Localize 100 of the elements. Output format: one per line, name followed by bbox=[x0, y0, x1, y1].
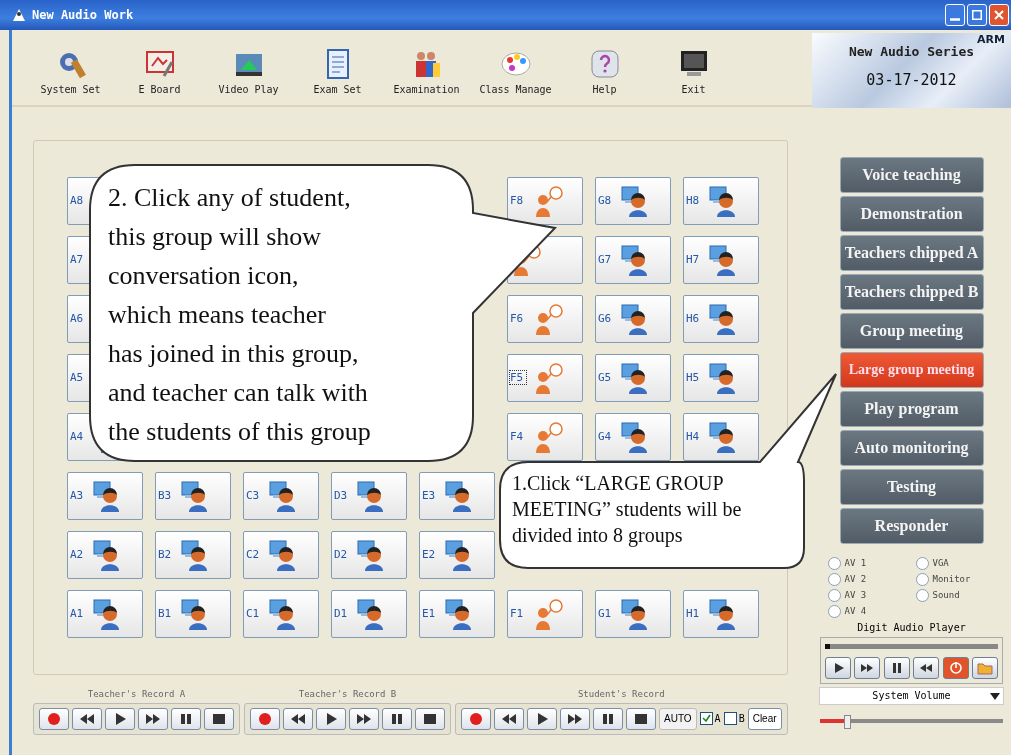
stop-button[interactable] bbox=[626, 707, 656, 730]
radio-button[interactable] bbox=[827, 588, 841, 602]
volume-dropdown[interactable]: System Volume bbox=[819, 686, 1004, 705]
seat-button[interactable]: D1 bbox=[331, 589, 407, 638]
open-button[interactable] bbox=[971, 656, 998, 679]
play-button[interactable] bbox=[316, 707, 346, 730]
brand-logo: ARM bbox=[977, 33, 1005, 46]
toolbar-button[interactable]: Class Manage bbox=[471, 44, 560, 95]
toolbar-button[interactable]: Exam Set bbox=[293, 44, 382, 95]
toolbar-button[interactable]: Exit bbox=[649, 44, 738, 95]
fast-forward-button[interactable] bbox=[138, 707, 168, 730]
power-button[interactable] bbox=[942, 656, 969, 679]
app-icon bbox=[12, 8, 26, 22]
radio-button[interactable] bbox=[915, 556, 929, 570]
seat-button[interactable]: C2 bbox=[243, 530, 319, 579]
pause-button[interactable] bbox=[382, 707, 412, 730]
seat-button[interactable]: C1 bbox=[243, 589, 319, 638]
seat-button[interactable]: B1 bbox=[155, 589, 231, 638]
seat-button[interactable]: E2 bbox=[419, 530, 495, 579]
seat-button[interactable]: B2 bbox=[155, 530, 231, 579]
stop-icon bbox=[211, 711, 227, 726]
toolbar-button[interactable]: Examination bbox=[382, 44, 471, 95]
seat-button[interactable]: F1 bbox=[507, 589, 583, 638]
seat-button[interactable]: A3 bbox=[67, 471, 143, 520]
stop-button[interactable] bbox=[204, 707, 234, 730]
seat-button[interactable]: F5 bbox=[507, 353, 583, 402]
play-button[interactable] bbox=[825, 656, 851, 679]
rewind-button[interactable] bbox=[494, 707, 524, 730]
mode-button[interactable]: Play program bbox=[839, 390, 984, 427]
play-button[interactable] bbox=[527, 707, 557, 730]
player-title: Digit Audio Player bbox=[857, 621, 966, 633]
checkbox[interactable] bbox=[723, 712, 737, 725]
seat-button[interactable]: G4 bbox=[595, 412, 671, 461]
seat-button[interactable]: G6 bbox=[595, 294, 671, 343]
play-button[interactable] bbox=[105, 707, 135, 730]
seat-button[interactable]: H8 bbox=[683, 176, 759, 225]
seat-button[interactable]: E1 bbox=[419, 589, 495, 638]
pause-button[interactable] bbox=[171, 707, 201, 730]
rewind-icon bbox=[79, 711, 95, 726]
rewind-icon bbox=[501, 711, 517, 726]
mode-button[interactable]: Group meeting bbox=[839, 312, 984, 349]
seat-button[interactable]: G8 bbox=[595, 176, 671, 225]
toolbar-button[interactable]: System Set bbox=[26, 44, 115, 95]
rewind-button[interactable] bbox=[913, 656, 940, 679]
radio-button[interactable] bbox=[827, 556, 841, 570]
recorder-title: Teacher's Record B bbox=[298, 688, 397, 699]
rewind-button[interactable] bbox=[283, 707, 313, 730]
minimize-icon bbox=[950, 17, 960, 21]
seat-button[interactable]: H5 bbox=[683, 353, 759, 402]
seat-button[interactable]: D3 bbox=[331, 471, 407, 520]
seat-button[interactable]: F6 bbox=[507, 294, 583, 343]
mode-button[interactable]: Teachers chipped A bbox=[839, 234, 984, 271]
record-button[interactable] bbox=[39, 707, 69, 730]
minimize-button[interactable] bbox=[945, 4, 965, 26]
auto-button[interactable]: AUTO bbox=[659, 707, 697, 730]
close-button[interactable] bbox=[989, 4, 1009, 26]
seat-button[interactable]: A1 bbox=[67, 589, 143, 638]
seat-button[interactable]: H4 bbox=[683, 412, 759, 461]
seat-button[interactable]: G1 bbox=[595, 589, 671, 638]
seat-button[interactable]: A2 bbox=[67, 530, 143, 579]
seat-button[interactable]: H7 bbox=[683, 235, 759, 284]
seat-button[interactable]: C3 bbox=[243, 471, 319, 520]
fast-forward-button[interactable] bbox=[349, 707, 379, 730]
mode-button[interactable]: Voice teaching bbox=[839, 156, 984, 193]
record-button[interactable] bbox=[250, 707, 280, 730]
toolbar-button[interactable]: Video Play bbox=[204, 44, 293, 95]
maximize-button[interactable] bbox=[967, 4, 987, 26]
clear-button[interactable]: Clear bbox=[747, 707, 782, 730]
seat-button[interactable]: G5 bbox=[595, 353, 671, 402]
pause-button[interactable] bbox=[883, 656, 910, 679]
radio-button[interactable] bbox=[827, 572, 841, 586]
toolbar-button[interactable]: Help bbox=[560, 44, 649, 95]
checkbox-label: B bbox=[738, 713, 745, 724]
stop-button[interactable] bbox=[415, 707, 445, 730]
callout-text: 2. Click any of student, this group will show conversation icon, which means teacher has joined in this group, and teacher can talk with the students of this group bbox=[108, 182, 371, 448]
mode-button[interactable]: Demonstration bbox=[839, 195, 984, 232]
fast-forward-button[interactable] bbox=[854, 656, 881, 679]
seat-button[interactable]: H6 bbox=[683, 294, 759, 343]
seat-button[interactable]: H1 bbox=[683, 589, 759, 638]
record-button[interactable] bbox=[461, 707, 491, 730]
seat-button[interactable]: F8 bbox=[507, 176, 583, 225]
radio-button[interactable] bbox=[827, 604, 841, 618]
pause-button[interactable] bbox=[593, 707, 623, 730]
radio-button[interactable] bbox=[915, 588, 929, 602]
close-icon bbox=[994, 10, 1004, 20]
checkbox[interactable] bbox=[699, 712, 713, 725]
seat-button[interactable]: B3 bbox=[155, 471, 231, 520]
seat-button[interactable]: E3 bbox=[419, 471, 495, 520]
seat-button[interactable]: D2 bbox=[331, 530, 407, 579]
volume-slider-thumb[interactable] bbox=[844, 714, 852, 729]
radio-button[interactable] bbox=[915, 572, 929, 586]
rewind-button[interactable] bbox=[72, 707, 102, 730]
seat-button[interactable]: F4 bbox=[507, 412, 583, 461]
mode-button[interactable]: Responder bbox=[839, 507, 984, 544]
seat-button[interactable]: G7 bbox=[595, 235, 671, 284]
mode-button[interactable]: Auto monitoring bbox=[839, 429, 984, 466]
toolbar-button[interactable]: E Board bbox=[115, 44, 204, 95]
mode-button[interactable]: Testing bbox=[839, 468, 984, 505]
fast-forward-button[interactable] bbox=[560, 707, 590, 730]
mode-button[interactable]: Teachers chipped B bbox=[839, 273, 984, 310]
